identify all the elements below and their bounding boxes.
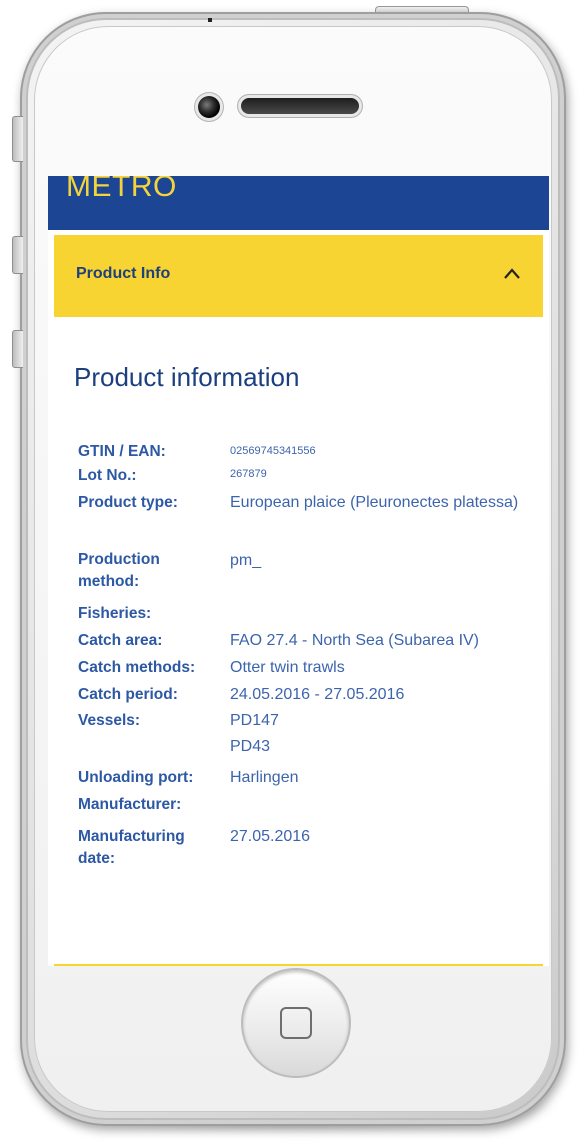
field-label-fisheries: Fisheries: xyxy=(78,605,152,622)
chevron-up-icon[interactable] xyxy=(503,265,521,283)
field-label-unloading-port: Unloading port: xyxy=(78,769,194,786)
home-button[interactable] xyxy=(243,970,349,1076)
field-value-product-type: European plaice (Pleuronectes platessa) xyxy=(230,494,519,511)
field-value-manufacturing-date: 27.05.2016 xyxy=(230,828,311,845)
field-value-lot: 267879 xyxy=(230,468,267,480)
accordion-title: Product Info xyxy=(76,265,171,282)
field-value-catch-methods: Otter twin trawls xyxy=(230,659,345,676)
front-camera xyxy=(198,96,220,118)
field-label-manufacturer: Manufacturer: xyxy=(78,796,182,813)
next-accordion-header[interactable] xyxy=(54,964,543,966)
product-info-accordion-header[interactable]: Product Info xyxy=(54,235,543,317)
field-value-catch-period: 24.05.2016 - 27.05.2016 xyxy=(230,686,405,703)
field-label-catch-period: Catch period: xyxy=(78,686,178,703)
field-value-production-method: pm_ xyxy=(230,552,262,569)
mute-switch xyxy=(12,116,23,162)
phone-screen: METRO Product Info Product information G… xyxy=(48,176,549,966)
app-header: METRO xyxy=(48,176,549,230)
field-label-gtin: GTIN / EAN: xyxy=(78,443,166,460)
field-label-production-method: Production method: xyxy=(78,551,160,590)
earpiece-speaker xyxy=(241,98,359,114)
field-label-catch-methods: Catch methods: xyxy=(78,659,196,676)
field-label-lot: Lot No.: xyxy=(78,467,137,484)
field-value-catch-area: FAO 27.4 - North Sea (Subarea IV) xyxy=(230,632,480,649)
bezel-dot xyxy=(208,18,212,22)
field-value-vessel-2: PD43 xyxy=(230,738,271,755)
field-value-unloading-port: Harlingen xyxy=(230,769,299,786)
field-label-catch-area: Catch area: xyxy=(78,632,163,649)
section-title: Product information xyxy=(74,362,300,392)
home-square-icon xyxy=(280,1007,312,1039)
field-label-manufacturing-date: Manufacturing date: xyxy=(78,828,185,867)
field-value-vessel-1: PD147 xyxy=(230,712,279,729)
volume-up-button xyxy=(12,236,23,274)
brand-logo: METRO xyxy=(66,176,177,203)
field-label-product-type: Product type: xyxy=(78,494,178,511)
field-label-vessels: Vessels: xyxy=(78,712,141,729)
field-value-gtin: 02569745341556 xyxy=(230,445,316,457)
volume-down-button xyxy=(12,330,23,368)
